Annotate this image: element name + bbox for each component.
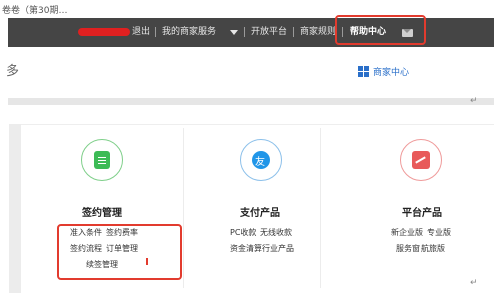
red-marker <box>146 258 148 265</box>
wireless-payment-link[interactable]: 无线收款 <box>260 227 292 238</box>
column-title[interactable]: 平台产品 <box>402 204 442 219</box>
merchant-services-menu[interactable]: 我的商家服务 <box>162 26 216 38</box>
return-mark: ↵ <box>470 96 478 106</box>
service-window-link[interactable]: 服务窗 <box>396 243 420 254</box>
snippet-text: 卷卷（第30期… <box>2 6 68 16</box>
column-divider <box>183 128 184 288</box>
professional-edition-link[interactable]: 专业版 <box>427 227 451 238</box>
redacted-username <box>78 28 130 36</box>
column-title[interactable]: 签约管理 <box>82 204 122 219</box>
pc-payment-link[interactable]: PC收款 <box>230 227 256 238</box>
contract-management-icon[interactable] <box>81 139 123 181</box>
merchant-rules-link[interactable]: 商家规则 <box>300 26 336 38</box>
clipboard-icon <box>94 151 110 169</box>
travel-edition-link[interactable]: 航旅版 <box>421 243 445 254</box>
divider-band <box>8 98 494 105</box>
column-title[interactable]: 支付产品 <box>240 204 280 219</box>
contract-links-highlight <box>57 224 182 280</box>
fund-clearing-link[interactable]: 资金清算 <box>230 243 262 254</box>
merchant-center-link[interactable]: 商家中心 <box>358 65 409 78</box>
page-glyph: 多 <box>6 64 20 79</box>
industry-products-link[interactable]: 行业产品 <box>262 243 294 254</box>
chart-icon <box>412 151 430 169</box>
payment-products-icon[interactable] <box>240 139 282 181</box>
grid-icon <box>358 66 369 77</box>
new-enterprise-link[interactable]: 新企业版 <box>391 227 423 238</box>
platform-products-icon[interactable] <box>400 139 442 181</box>
alipay-icon <box>252 151 270 169</box>
panel-left-strip <box>9 124 21 293</box>
help-center-highlight <box>335 15 426 45</box>
merchant-center-label: 商家中心 <box>373 68 410 78</box>
chevron-down-icon[interactable] <box>230 30 238 35</box>
return-mark: ↵ <box>470 278 478 288</box>
logout-link[interactable]: 退出 <box>132 26 150 38</box>
nav-separator <box>293 27 294 37</box>
open-platform-link[interactable]: 开放平台 <box>251 26 287 38</box>
column-divider <box>320 128 321 288</box>
nav-separator <box>244 27 245 37</box>
nav-separator <box>155 27 156 37</box>
